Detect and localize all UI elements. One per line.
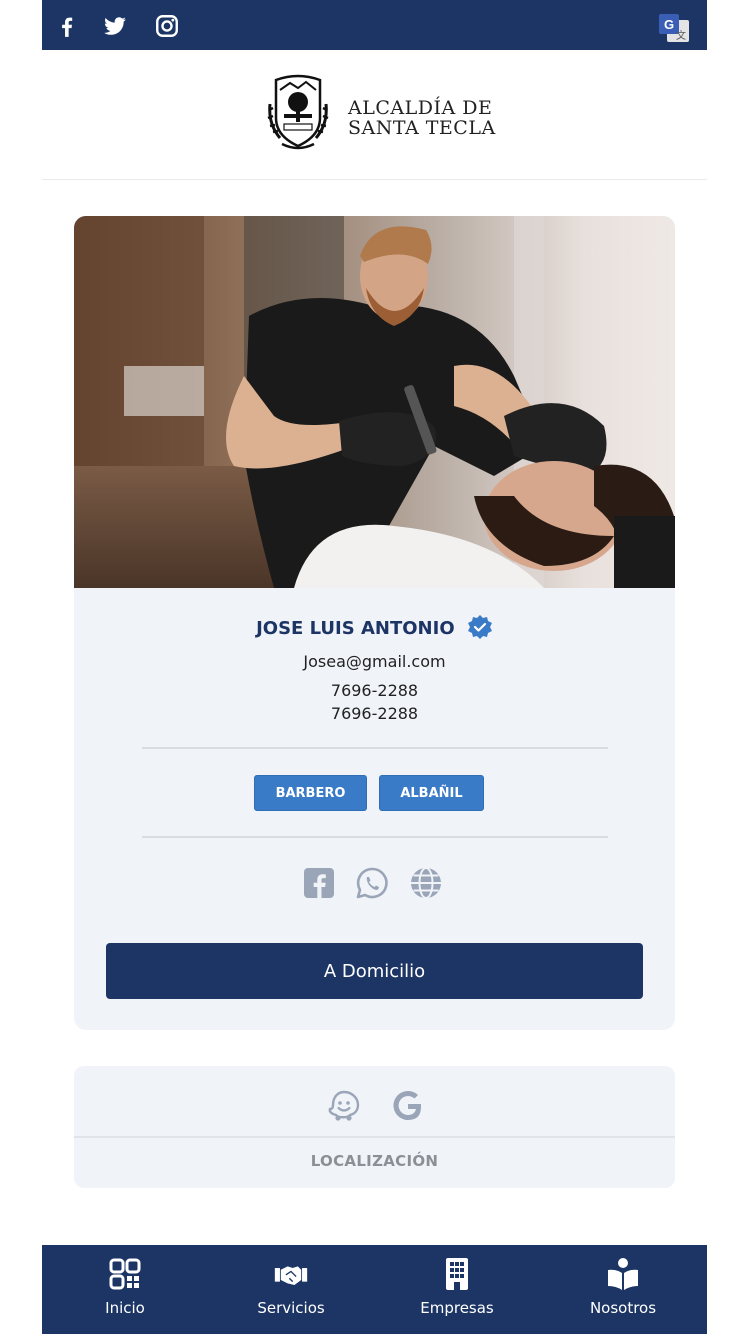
google-translate-icon[interactable]: G 文 <box>659 14 689 42</box>
globe-icon[interactable] <box>409 866 443 900</box>
logo-line-2: SANTA TECLA <box>348 117 496 139</box>
profile-card: JOSE LUIS ANTONIO Josea@gmail.com 7696-2… <box>74 216 675 1030</box>
qr-code-icon <box>108 1257 142 1291</box>
profile-name: JOSE LUIS ANTONIO <box>256 618 455 639</box>
twitter-icon[interactable] <box>102 13 128 39</box>
localizacion-label[interactable]: LOCALIZACIÓN <box>74 1152 675 1170</box>
location-card: LOCALIZACIÓN <box>74 1066 675 1188</box>
svg-text:G: G <box>664 17 674 32</box>
divider <box>142 836 608 838</box>
facebook-icon[interactable] <box>54 13 80 39</box>
reader-icon <box>606 1257 640 1291</box>
logo-line-1: ALCALDÍA DE <box>348 97 493 119</box>
waze-icon[interactable] <box>326 1088 362 1124</box>
building-icon <box>440 1257 474 1291</box>
facebook-icon[interactable] <box>302 866 336 900</box>
divider <box>142 747 608 749</box>
app-frame: G 文 ALCALDÍA DE SANTA TECLA JOSE LUIS AN… <box>42 0 707 1334</box>
a-domicilio-button[interactable]: A Domicilio <box>106 943 643 999</box>
google-icon[interactable] <box>390 1088 426 1124</box>
profile-email[interactable]: Josea@gmail.com <box>74 652 675 671</box>
alcaldia-wordmark: ALCALDÍA DE SANTA TECLA <box>348 98 496 138</box>
bottom-nav: Inicio Servicios Empresas Nosotros <box>42 1245 707 1334</box>
profile-name-row: JOSE LUIS ANTONIO <box>74 614 675 642</box>
whatsapp-icon[interactable] <box>355 866 389 900</box>
instagram-icon[interactable] <box>154 13 180 39</box>
handshake-icon <box>274 1257 308 1291</box>
nav-label: Nosotros <box>589 1299 657 1317</box>
profile-phone-1[interactable]: 7696-2288 <box>74 681 675 700</box>
verified-badge-icon <box>467 614 493 640</box>
top-bar: G 文 <box>42 0 707 50</box>
site-header: ALCALDÍA DE SANTA TECLA <box>42 50 707 180</box>
nav-label: Empresas <box>420 1299 494 1317</box>
nav-item-servicios[interactable]: Servicios <box>208 1245 374 1334</box>
divider <box>74 1136 675 1138</box>
tag-albanil[interactable]: ALBAÑIL <box>379 775 484 811</box>
nav-item-nosotros[interactable]: Nosotros <box>540 1245 706 1334</box>
profile-photo <box>74 216 675 588</box>
nav-label: Servicios <box>257 1299 325 1317</box>
alcaldia-crest-logo[interactable] <box>266 74 330 152</box>
nav-item-inicio[interactable]: Inicio <box>42 1245 208 1334</box>
nav-item-empresas[interactable]: Empresas <box>374 1245 540 1334</box>
nav-label: Inicio <box>105 1299 145 1317</box>
svg-text:文: 文 <box>676 29 686 42</box>
profile-phone-2[interactable]: 7696-2288 <box>74 704 675 723</box>
tag-barbero[interactable]: BARBERO <box>254 775 367 811</box>
